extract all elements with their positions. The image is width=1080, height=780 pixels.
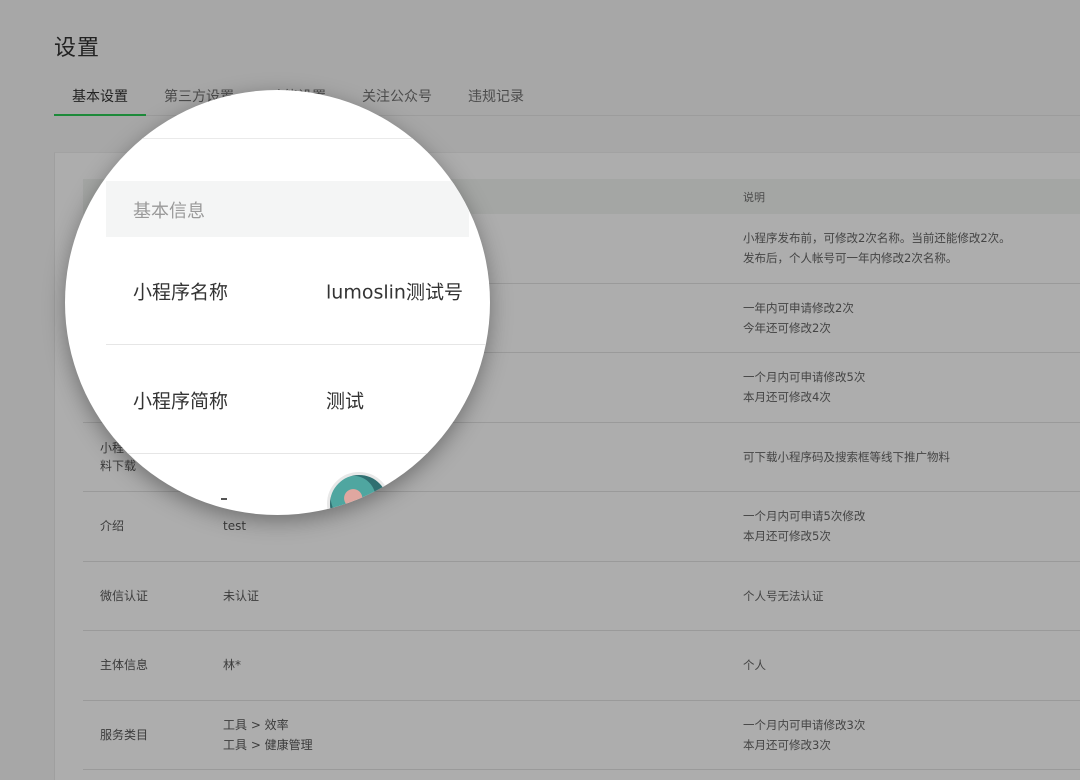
- row-value: test: [223, 516, 246, 536]
- row-label: 服务类目: [100, 726, 148, 744]
- row-description-line: 本月还可修改4次: [743, 390, 831, 405]
- row-description-line: 一个月内可申请5次修改: [743, 509, 866, 524]
- row-description: 一个月内可申请修改3次 本月还可修改3次: [743, 715, 865, 755]
- row-description: 小程序发布前，可修改2次名称。当前还能修改2次。 发布后，个人帐号可一年内修改2次…: [743, 228, 1011, 268]
- row-description-line: 个人: [743, 658, 766, 673]
- row-description: 可下载小程序码及搜索框等线下推广物料: [743, 447, 950, 467]
- row-value-line: test: [223, 519, 247, 534]
- row-label: 微信认证: [100, 587, 148, 605]
- row-label-line: 主体信息: [100, 658, 149, 673]
- mag-row-name: 小程序名称 lumoslin测试号: [106, 237, 490, 345]
- row-description-line: 一年内可申请修改2次: [743, 300, 854, 315]
- row-description-line: 小程序发布前，可修改2次名称。当前还能修改2次。: [743, 231, 1011, 246]
- mag-row-shortname: 小程序简称 测试: [106, 346, 490, 454]
- row-label-line: 微信认证: [100, 588, 149, 603]
- magnifier-lens: 基本信息 小程序名称 lumoslin测试号 小程序简称 测试: [65, 90, 490, 515]
- row-description: 个人号无法认证: [743, 586, 824, 606]
- page-title: 设置: [54, 36, 101, 61]
- desc-column-header: 说明: [743, 191, 765, 204]
- row-value-line: 林*: [223, 658, 242, 673]
- section-header-label: 基本信息: [133, 201, 205, 222]
- row-description-line: 发布后，个人帐号可一年内修改2次名称。: [743, 251, 958, 266]
- row-label-line: 介绍: [100, 519, 125, 534]
- row-value-line: 工具 > 健康管理: [223, 737, 313, 752]
- row-value-line: 工具 > 效率: [223, 717, 289, 732]
- avatar: [327, 472, 391, 515]
- mag-row-value: lumoslin测试号: [326, 281, 463, 303]
- row-description-line: 可下载小程序码及搜索框等线下推广物料: [743, 449, 950, 464]
- row-description-line: 今年还可修改2次: [743, 320, 831, 335]
- row-description-line: 一个月内可申请修改5次: [743, 370, 866, 385]
- table-row: 微信认证 未认证 个人号无法认证: [83, 562, 1080, 631]
- row-value: 未认证: [223, 586, 259, 606]
- row-description-line: 本月还可修改3次: [743, 737, 831, 752]
- row-description: 一年内可申请修改2次 今年还可修改2次: [743, 298, 854, 338]
- row-label-line: 服务类目: [100, 727, 149, 742]
- row-value-line: 未认证: [223, 588, 260, 603]
- mag-row-value: 测试: [326, 390, 365, 412]
- row-description-line: 本月还可修改5次: [743, 529, 831, 544]
- table-row: 服务类目 工具 > 效率工具 > 健康管理 一个月内可申请修改3次 本月还可修改3次: [83, 701, 1080, 770]
- row-label: 介绍: [100, 517, 124, 535]
- mag-row-label: 小程序名称: [133, 281, 229, 303]
- row-description-line: 个人号无法认证: [743, 588, 824, 603]
- mag-row-label: 小程序简称: [133, 390, 229, 412]
- dash-mark: [221, 498, 227, 500]
- row-description: 一个月内可申请5次修改 本月还可修改5次: [743, 506, 865, 546]
- row-value: 林*: [223, 655, 241, 675]
- row-label: 主体信息: [100, 656, 148, 674]
- divider: [65, 138, 490, 139]
- row-value: 工具 > 效率工具 > 健康管理: [223, 715, 313, 755]
- row-description-line: 一个月内可申请修改3次: [743, 717, 866, 732]
- row-description: 个人: [743, 655, 766, 675]
- row-description: 一个月内可申请修改5次 本月还可修改4次: [743, 367, 865, 407]
- table-row: 主体信息 林* 个人: [83, 631, 1080, 701]
- section-header-basic-info: 基本信息: [106, 181, 469, 237]
